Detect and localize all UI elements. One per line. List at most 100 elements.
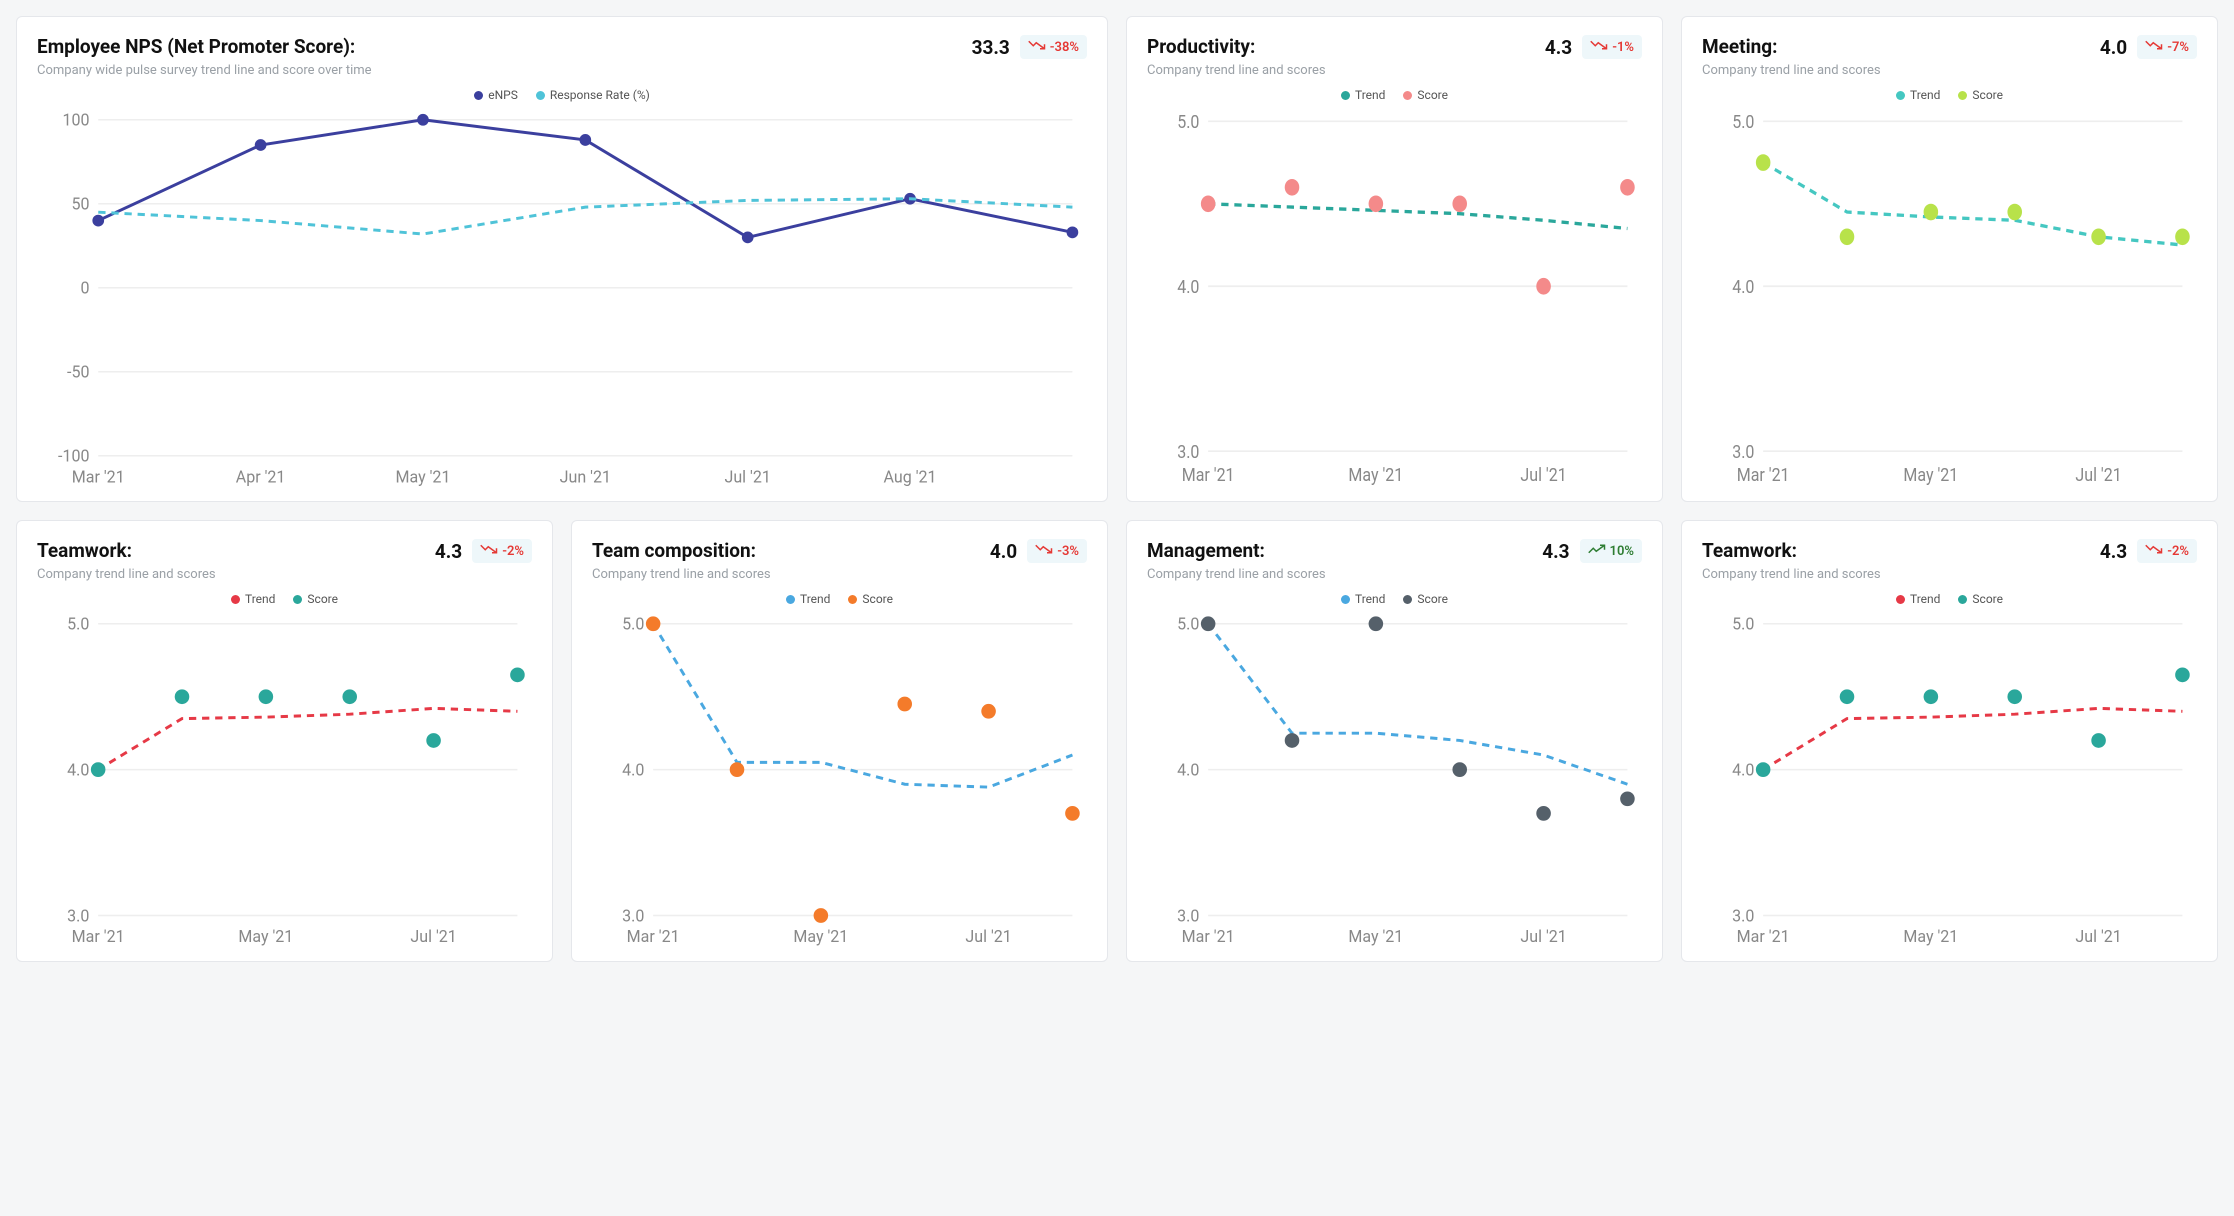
delta-badge: -38% [1020, 35, 1087, 59]
svg-text:100: 100 [62, 111, 89, 130]
card-header: Meeting: 4.0 -7% [1702, 35, 2197, 59]
svg-text:Mar '21: Mar '21 [1182, 465, 1235, 486]
card-metric-group: 4.3-2% [435, 539, 532, 563]
metric-card-meeting: Meeting:4.0-7%Company trend line and sco… [1681, 16, 2218, 502]
metric-card-teamcomp: Team composition:4.0-3%Company trend lin… [571, 520, 1108, 962]
chart-legend: Trend Score [1147, 88, 1642, 102]
legend-item: Score [1403, 592, 1448, 606]
svg-text:5.0: 5.0 [1732, 112, 1754, 133]
svg-text:5.0: 5.0 [622, 615, 644, 634]
legend-dot-icon [1958, 595, 1967, 604]
svg-text:3.0: 3.0 [1732, 442, 1754, 463]
legend-item: Trend [1896, 592, 1940, 606]
legend-dot-icon [1958, 91, 1967, 100]
delta-badge: -2% [2137, 539, 2197, 563]
svg-text:0: 0 [80, 279, 89, 298]
svg-text:-100: -100 [58, 447, 89, 466]
card-metric-group: 4.3-1% [1545, 35, 1642, 59]
card-metric-group: 4.3 -2% [2100, 539, 2197, 563]
legend-label: Trend [800, 592, 830, 606]
trend-down-icon [1028, 38, 1046, 56]
legend-dot-icon [1341, 91, 1350, 100]
card-value: 4.3 [2100, 540, 2127, 563]
chart-plot: -100-50050100Mar '21Apr '21May '21Jun '2… [37, 108, 1087, 491]
svg-text:May '21: May '21 [793, 927, 848, 946]
chart-plot: 3.04.05.0Mar '21May '21Jul '21 [1702, 108, 2197, 491]
trend-down-icon [1590, 38, 1608, 56]
svg-text:Mar '21: Mar '21 [627, 927, 680, 946]
dashboard-grid: Employee NPS (Net Promoter Score):33.3-3… [16, 16, 2218, 962]
card-value: 4.0 [2100, 36, 2127, 59]
legend-label: Trend [1355, 88, 1385, 102]
chart-plot: 3.04.05.0Mar '21May '21Jul '21 [1702, 612, 2197, 951]
legend-dot-icon [1896, 595, 1905, 604]
svg-text:4.0: 4.0 [1732, 277, 1754, 298]
card-header: Employee NPS (Net Promoter Score):33.3-3… [37, 35, 1087, 59]
card-title: Productivity: [1147, 35, 1255, 58]
legend-dot-icon [848, 595, 857, 604]
chart-plot: 3.04.05.0Mar '21May '21Jul '21 [1147, 108, 1642, 491]
card-title: Teamwork: [1702, 539, 1797, 562]
svg-text:Jul '21: Jul '21 [2075, 465, 2121, 486]
trend-down-icon [2145, 542, 2163, 560]
legend-label: Trend [245, 592, 275, 606]
legend-item: Score [293, 592, 338, 606]
legend-label: Trend [1910, 88, 1940, 102]
legend-label: Score [1417, 88, 1448, 102]
svg-text:5.0: 5.0 [1177, 112, 1199, 133]
legend-item: Score [1958, 592, 2003, 606]
delta-text: -2% [2167, 544, 2189, 559]
card-subtitle: Company trend line and scores [1702, 567, 2197, 582]
delta-text: -3% [1057, 544, 1079, 559]
svg-text:Jul '21: Jul '21 [725, 467, 771, 486]
svg-text:3.0: 3.0 [1732, 906, 1754, 925]
chart-legend: Trend Score [592, 592, 1087, 606]
svg-text:Jun '21: Jun '21 [560, 467, 611, 486]
chart-legend: Trend Score [37, 592, 532, 606]
delta-badge: 10% [1580, 539, 1642, 563]
legend-item: Trend [786, 592, 830, 606]
svg-text:Mar '21: Mar '21 [1737, 927, 1790, 946]
svg-text:3.0: 3.0 [1177, 906, 1199, 925]
trend-down-icon [1035, 542, 1053, 560]
chart-legend: Trend Score [1702, 592, 2197, 606]
metric-card-productivity: Productivity: 4.3-1% Company trend line an… [1126, 16, 1663, 502]
legend-dot-icon [536, 91, 545, 100]
delta-badge: -2% [472, 539, 532, 563]
legend-label: Score [862, 592, 893, 606]
legend-label: Score [307, 592, 338, 606]
card-title: Management: [1147, 539, 1265, 562]
card-subtitle: Company trend line and scores [37, 567, 532, 582]
chart-legend: eNPSResponse Rate (%) [37, 88, 1087, 102]
card-value: 4.3 [1542, 540, 1569, 563]
svg-text:Mar '21: Mar '21 [72, 927, 125, 946]
svg-text:Mar '21: Mar '21 [1737, 465, 1790, 486]
card-header: Management: 4.3 10% [1147, 539, 1642, 563]
svg-text:5.0: 5.0 [67, 615, 89, 634]
chart-plot: 3.04.05.0Mar '21May '21Jul '21 [592, 612, 1087, 951]
legend-item: Score [848, 592, 893, 606]
card-title: Meeting: [1702, 35, 1777, 58]
card-subtitle: Company trend line and scores [1147, 63, 1642, 78]
chart-legend: TrendScore [1147, 592, 1642, 606]
legend-item: eNPS [474, 88, 518, 102]
delta-text: -2% [502, 544, 524, 559]
legend-dot-icon [1403, 91, 1412, 100]
legend-dot-icon [474, 91, 483, 100]
legend-dot-icon [1403, 595, 1412, 604]
delta-badge: -7% [2137, 35, 2197, 59]
svg-text:May '21: May '21 [238, 927, 293, 946]
delta-text: -7% [2167, 40, 2189, 55]
svg-text:Jul '21: Jul '21 [1520, 465, 1566, 486]
svg-text:Jul '21: Jul '21 [2075, 927, 2121, 946]
legend-item: Score [1958, 88, 2003, 102]
svg-text:4.0: 4.0 [67, 761, 89, 780]
metric-card-teamwork2: Teamwork: 4.3 -2% Company trend line and sc… [1681, 520, 2218, 962]
svg-text:May '21: May '21 [1348, 465, 1403, 486]
legend-dot-icon [231, 595, 240, 604]
trend-up-icon [1588, 542, 1606, 560]
legend-dot-icon [293, 595, 302, 604]
svg-text:3.0: 3.0 [67, 906, 89, 925]
legend-label: Trend [1910, 592, 1940, 606]
legend-dot-icon [1341, 595, 1350, 604]
